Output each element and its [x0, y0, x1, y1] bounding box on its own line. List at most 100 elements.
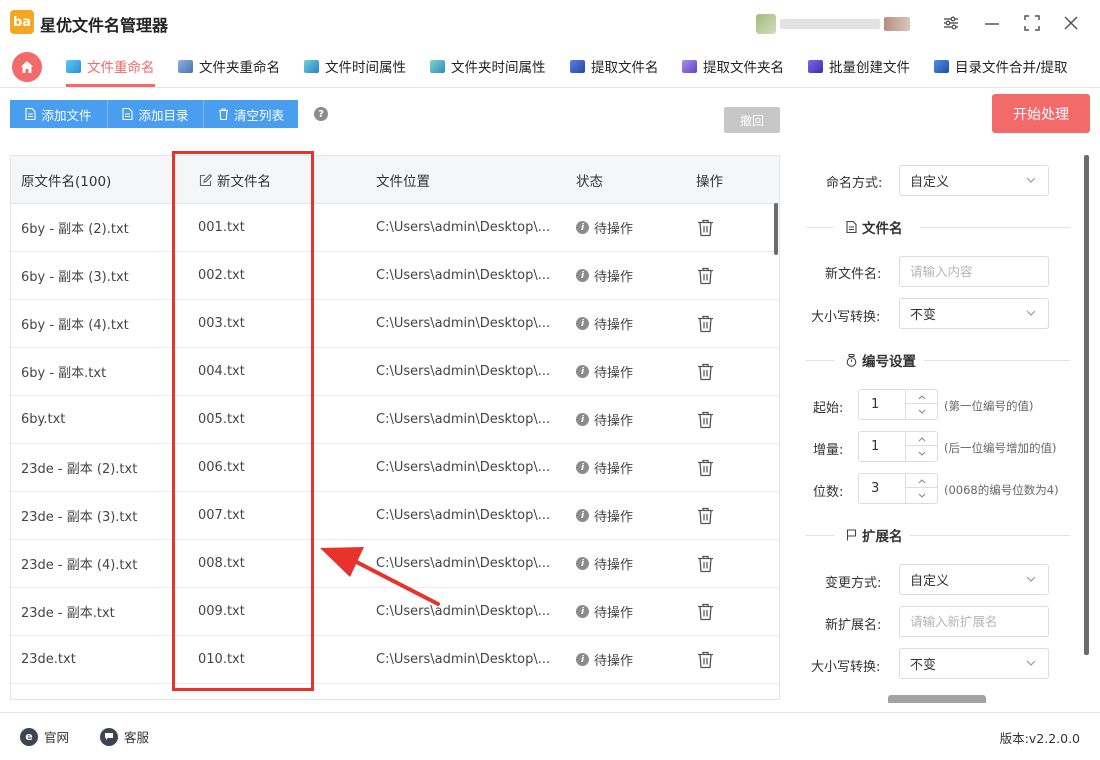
file-location: C:\Users\admin\Desktop\... [376, 412, 551, 427]
trash-icon [697, 219, 714, 237]
folder-time-icon [430, 59, 445, 73]
settings-icon[interactable] [938, 10, 964, 36]
table-row[interactable]: 6by.txt 005.txt C:\Users\admin\Desktop\...… [11, 396, 779, 444]
info-icon: i [576, 413, 589, 426]
delete-button[interactable] [697, 492, 714, 539]
header-original-name: 原文件名(100) [21, 174, 112, 190]
app-title: 星优文件名管理器 [40, 16, 169, 35]
digits-stepper[interactable]: 3 [858, 473, 938, 504]
increment-stepper[interactable]: 1 [858, 431, 938, 462]
start-number-hint: (第一位编号的值) [944, 399, 1034, 413]
undo-button[interactable]: 撤回 [724, 107, 780, 133]
case-convert-select[interactable]: 不变 [899, 298, 1049, 329]
ext-mode-select[interactable]: 自定义 [899, 564, 1049, 595]
file-location: C:\Users\admin\Desktop\... [376, 316, 551, 331]
tab-file-rename[interactable]: 文件重命名 [66, 46, 155, 87]
new-filename-input[interactable] [899, 256, 1049, 287]
delete-button[interactable] [697, 204, 714, 251]
increment-hint: (后一位编号增加的值) [944, 441, 1057, 455]
tab-extract-filename[interactable]: 提取文件名 [570, 46, 659, 86]
chevron-up-icon [918, 436, 926, 441]
close-icon[interactable] [1058, 10, 1084, 36]
tab-extract-foldername[interactable]: 提取文件夹名 [682, 46, 784, 86]
footer: e 官网 客服 版本:v2.2.0.0 [0, 712, 1100, 760]
stepper-up-button[interactable] [906, 432, 938, 446]
digits-value: 3 [871, 481, 880, 496]
original-filename: 6by - 副本 (3).txt [21, 270, 129, 285]
ext-case-label: 大小写转换: [811, 660, 881, 675]
naming-mode-label: 命名方式: [826, 176, 883, 191]
tab-merge-extract[interactable]: 目录文件合并/提取 [934, 46, 1068, 86]
table-row[interactable]: 23de - 副本 (3).txt 007.txt C:\Users\admin\D… [11, 492, 779, 540]
help-icon[interactable]: ? [314, 107, 328, 121]
add-file-button[interactable]: 添加文件 [10, 100, 107, 128]
new-filename: 006.txt [198, 460, 245, 475]
stepper-down-button[interactable] [906, 447, 938, 461]
minimize-icon[interactable] [979, 10, 1005, 36]
case-convert-value: 不变 [910, 308, 937, 323]
file-location: C:\Users\admin\Desktop\... [376, 508, 551, 523]
delete-button[interactable] [697, 444, 714, 491]
header-status: 状态 [576, 174, 603, 190]
tab-folder-time[interactable]: 文件夹时间属性 [430, 46, 546, 86]
table-row[interactable]: 6by - 副本 (4).txt 003.txt C:\Users\admin\De… [11, 300, 779, 348]
delete-button[interactable] [697, 588, 714, 635]
stepper-up-button[interactable] [906, 474, 938, 488]
support-link[interactable]: 客服 [100, 727, 149, 746]
delete-button[interactable] [697, 636, 714, 683]
stepper-down-button[interactable] [906, 489, 938, 503]
table-row[interactable]: 6by - 副本 (2).txt 001.txt C:\Users\admin\De… [11, 204, 779, 252]
trash-icon [697, 651, 714, 669]
user-account-area[interactable] [756, 14, 921, 34]
stepper-up-button[interactable] [906, 390, 938, 404]
new-filename: 005.txt [198, 412, 245, 427]
support-label: 客服 [124, 730, 150, 745]
increment-value: 1 [871, 439, 880, 454]
add-directory-button[interactable]: 添加目录 [107, 100, 203, 128]
table-row[interactable]: 23de - 副本 (4).txt 008.txt C:\Users\admin\D… [11, 540, 779, 588]
table-scrollbar[interactable] [774, 203, 778, 255]
delete-button[interactable] [697, 252, 714, 299]
tab-label: 目录文件合并/提取 [955, 60, 1068, 76]
original-filename: 6by - 副本.txt [21, 366, 107, 381]
clear-list-button[interactable]: 清空列表 [203, 100, 298, 128]
status-cell: i 待操作 [576, 540, 633, 587]
ext-case-select[interactable]: 不变 [899, 648, 1049, 679]
website-link[interactable]: e 官网 [20, 727, 69, 746]
table-row[interactable]: 23de.txt 010.txt C:\Users\admin\Desktop\..… [11, 636, 779, 684]
file-table: 原文件名(100) 新文件名 文件位置 状态 操作 6by - 副本 (2).t… [10, 155, 780, 700]
chevron-up-icon [918, 394, 926, 399]
status-cell: i 待操作 [576, 204, 633, 251]
trash-icon [697, 315, 714, 333]
new-filename: 002.txt [198, 268, 245, 283]
tab-batch-create[interactable]: 批量创建文件 [808, 46, 910, 86]
tab-file-time[interactable]: 文件时间属性 [304, 46, 406, 86]
file-location: C:\Users\admin\Desktop\... [376, 652, 551, 667]
filename-section-header: 文件名 [806, 217, 1070, 237]
maximize-icon[interactable] [1019, 10, 1045, 36]
home-button[interactable] [12, 52, 42, 82]
status-text: 待操作 [594, 462, 634, 477]
trash-icon [697, 411, 714, 429]
panel-hidden-button[interactable] [888, 695, 986, 703]
digits-label: 位数: [813, 485, 844, 500]
naming-mode-select[interactable]: 自定义 [899, 165, 1049, 196]
tab-folder-rename[interactable]: 文件夹重命名 [178, 46, 280, 86]
table-row[interactable]: 23de - 副本 (2).txt 006.txt C:\Users\admin\D… [11, 444, 779, 492]
delete-button[interactable] [697, 348, 714, 395]
table-row[interactable]: 23de - 副本.txt 009.txt C:\Users\admin\Deskt… [11, 588, 779, 636]
settings-scrollbar[interactable] [1084, 155, 1089, 655]
delete-button[interactable] [697, 540, 714, 587]
delete-button[interactable] [697, 396, 714, 443]
start-number-stepper[interactable]: 1 [858, 389, 938, 420]
edit-icon [199, 173, 212, 186]
new-filename: 007.txt [198, 508, 245, 523]
table-row[interactable]: 6by - 副本.txt 004.txt C:\Users\admin\Deskto… [11, 348, 779, 396]
add-file-label: 添加文件 [41, 107, 92, 123]
table-row[interactable]: 6by - 副本 (3).txt 002.txt C:\Users\admin\De… [11, 252, 779, 300]
stepper-down-button[interactable] [906, 405, 938, 419]
new-extension-input[interactable] [899, 606, 1049, 637]
start-processing-button[interactable]: 开始处理 [992, 94, 1090, 133]
delete-button[interactable] [697, 300, 714, 347]
file-icon [122, 108, 134, 120]
